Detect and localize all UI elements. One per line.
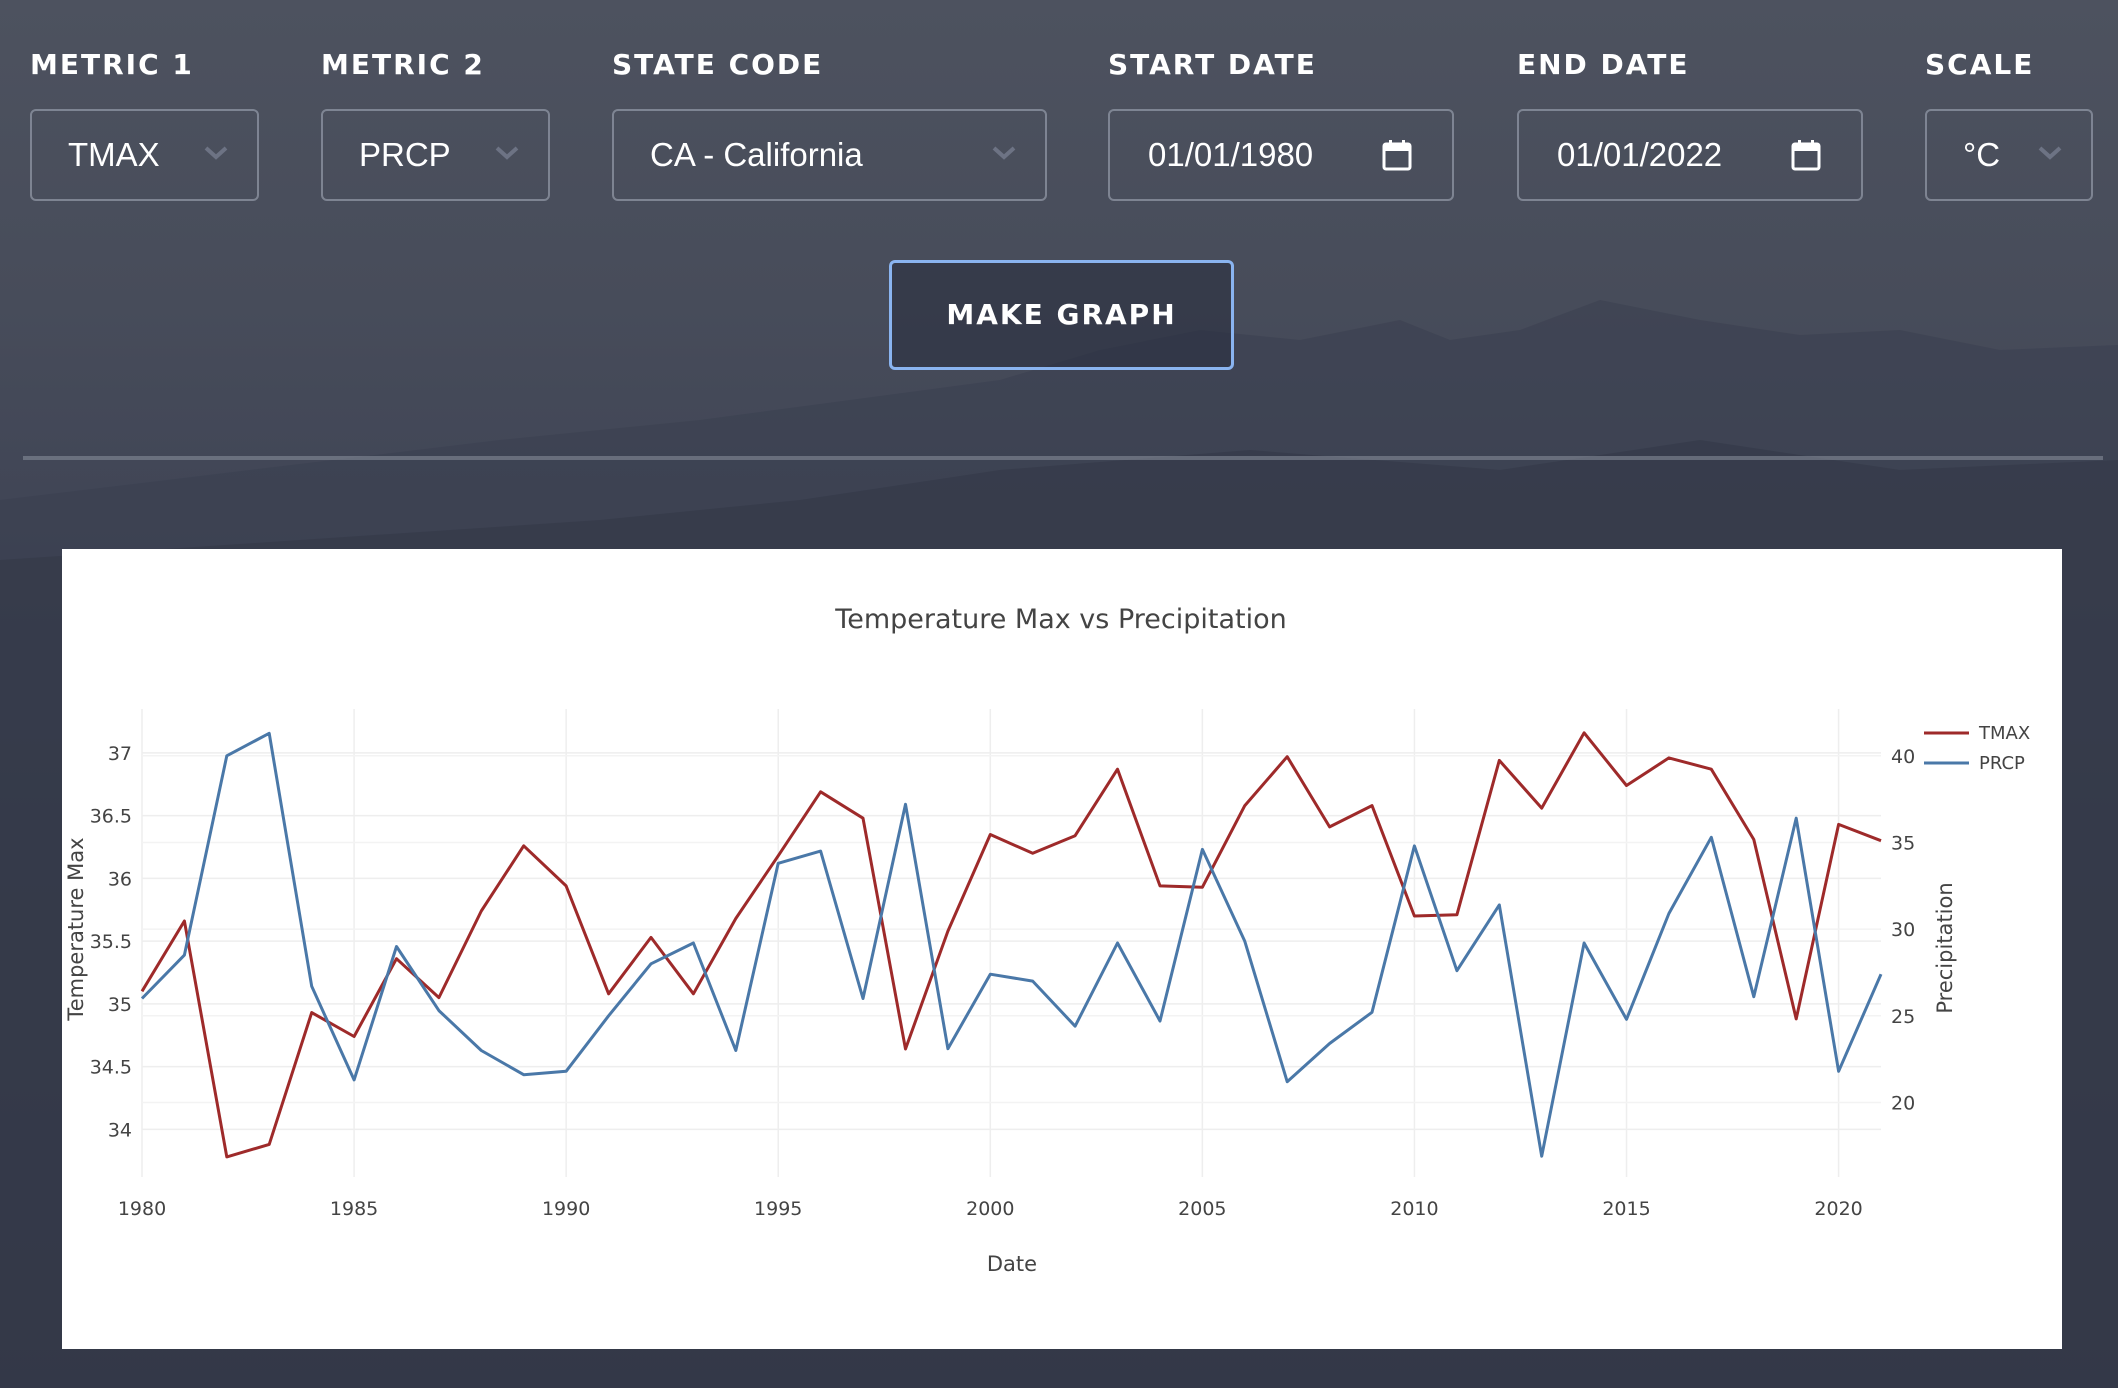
metric1-label: METRIC 1 — [30, 48, 194, 81]
start-date-input[interactable]: 01/01/1980 — [1108, 109, 1454, 201]
state-code-value: CA - California — [650, 136, 863, 173]
x-tick-label: 2000 — [966, 1198, 1014, 1220]
metric2-value: PRCP — [359, 136, 451, 173]
x-tick-label: 2010 — [1390, 1198, 1438, 1220]
end-date-value: 01/01/2022 — [1557, 136, 1723, 173]
metric2-select[interactable]: PRCP — [321, 109, 550, 201]
chart-title: Temperature Max vs Precipitation — [834, 604, 1286, 635]
chevron-down-icon — [2038, 146, 2062, 160]
chevron-down-icon — [204, 146, 228, 160]
chart-panel: 1980 1985 1990 1995 2000 2005 2010 2015 2020 34 34… — [62, 549, 2062, 1349]
calendar-icon[interactable] — [1791, 139, 1821, 171]
chart-svg: 1980 1985 1990 1995 2000 2005 2010 2015 2020 34 34… — [64, 604, 2030, 1276]
series-line-prcp[interactable] — [140, 731, 1883, 1158]
state-code-select[interactable]: CA - California — [612, 109, 1047, 201]
y2-tick-label: 25 — [1891, 1006, 1915, 1028]
scale-select[interactable]: °C — [1925, 109, 2093, 201]
y2-tick-label: 20 — [1891, 1092, 1915, 1114]
x-tick-label: 1990 — [542, 1198, 590, 1220]
x-tick-label: 1980 — [118, 1198, 166, 1220]
metric1-select[interactable]: TMAX — [30, 109, 259, 201]
controls-bar: METRIC 1 TMAX METRIC 2 PRCP STATE CODE C… — [0, 0, 2118, 470]
start-date-value: 01/01/1980 — [1148, 136, 1314, 173]
y2-tick-label: 35 — [1891, 832, 1915, 854]
x-axis-title: Date — [987, 1252, 1037, 1276]
legend[interactable]: TMAX PRCP — [1924, 723, 2030, 774]
x-tick-label: 2015 — [1602, 1198, 1650, 1220]
y2-tick-label: 40 — [1891, 746, 1915, 768]
x-tick-label: 1985 — [330, 1198, 378, 1220]
end-date-label: END DATE — [1517, 48, 1690, 81]
x-tick-label: 2020 — [1814, 1198, 1862, 1220]
y2-tick-label: 30 — [1891, 919, 1915, 941]
y-tick-label: 35 — [108, 994, 132, 1016]
legend-label-prcp[interactable]: PRCP — [1979, 753, 2025, 774]
section-divider — [23, 456, 2103, 460]
state-code-label: STATE CODE — [612, 48, 824, 81]
make-graph-button[interactable]: MAKE GRAPH — [889, 260, 1234, 370]
start-date-label: START DATE — [1108, 48, 1317, 81]
y2-axis-title: Precipitation — [1933, 882, 1957, 1013]
x-tick-label: 1995 — [754, 1198, 802, 1220]
y-tick-label: 34.5 — [90, 1057, 132, 1079]
chevron-down-icon — [992, 146, 1016, 160]
y-tick-label: 34 — [108, 1119, 132, 1141]
series-line-tmax[interactable] — [140, 731, 1882, 1159]
metric1-value: TMAX — [68, 136, 160, 173]
y-tick-label: 36 — [108, 868, 132, 890]
y-tick-label: 37 — [108, 743, 132, 765]
metric2-label: METRIC 2 — [321, 48, 485, 81]
y-tick-label: 36.5 — [90, 806, 132, 828]
legend-label-tmax[interactable]: TMAX — [1978, 723, 2030, 744]
scale-label: SCALE — [1925, 48, 2035, 81]
y-axis-title: Temperature Max — [64, 837, 88, 1021]
scale-value: °C — [1963, 136, 2001, 173]
series-layer — [140, 731, 1883, 1159]
chevron-down-icon — [495, 146, 519, 160]
calendar-icon[interactable] — [1382, 139, 1412, 171]
x-tick-label: 2005 — [1178, 1198, 1226, 1220]
y-tick-label: 35.5 — [90, 931, 132, 953]
end-date-input[interactable]: 01/01/2022 — [1517, 109, 1863, 201]
